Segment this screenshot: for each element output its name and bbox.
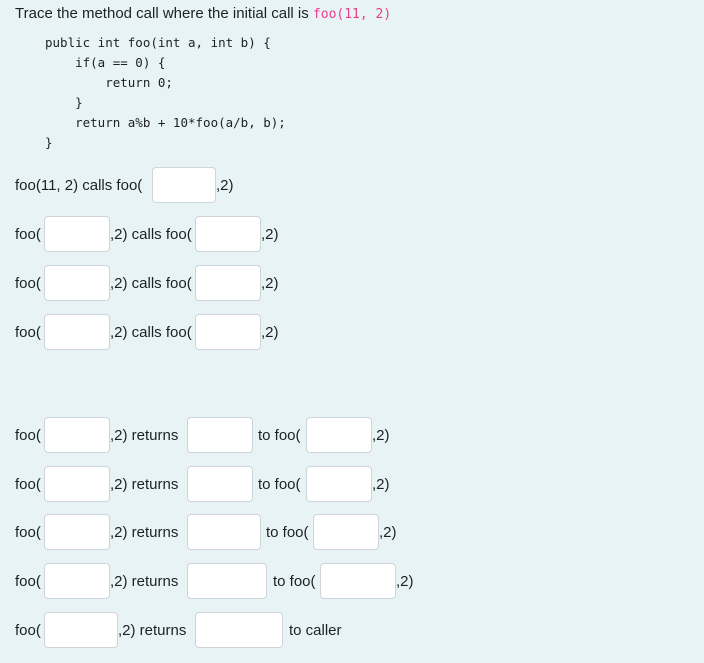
call4-next-input[interactable] [195,314,261,350]
call3-arg-input[interactable] [44,265,110,301]
ret1-value-input[interactable] [187,417,253,453]
comma2-close-label: ,2) [372,427,390,444]
foo-open-label: foo( [15,524,41,541]
ret3-value-input[interactable] [187,514,261,550]
question-prefix: Trace the method call where the initial … [15,5,313,22]
comma2-close-label: ,2) [372,476,390,493]
foo-open-label: foo( [15,573,41,590]
first-call-label: foo(11, 2) calls foo( [15,177,143,194]
calls-foo-label: ,2) calls foo( [110,275,192,292]
ret5-value-input[interactable] [195,612,283,648]
ret3-to-input[interactable] [313,514,379,550]
to-foo-label: to foo( [273,573,316,590]
returns-label: ,2) returns [110,573,179,590]
to-foo-label: to foo( [258,476,301,493]
ret2-arg-input[interactable] [44,466,110,502]
ret4-to-input[interactable] [320,563,396,599]
call4-arg-input[interactable] [44,314,110,350]
returns-label: ,2) returns [110,427,179,444]
to-foo-label: to foo( [266,524,309,541]
returns-label: ,2) returns [110,524,179,541]
call2-next-input[interactable] [195,216,261,252]
foo-open-label: foo( [15,427,41,444]
comma2-close-label: ,2) [379,524,397,541]
returns-label: ,2) returns [118,622,187,639]
comma2-close-label: ,2) [396,573,414,590]
code-block: public int foo(int a, int b) { if(a == 0… [45,35,286,150]
ret2-to-input[interactable] [306,466,372,502]
call2-arg-input[interactable] [44,216,110,252]
to-caller-label: to caller [289,622,342,639]
comma2-close-label: ,2) [261,226,279,243]
question-text: Trace the method call where the initial … [15,5,391,22]
calls-foo-label: ,2) calls foo( [110,324,192,341]
ret3-arg-input[interactable] [44,514,110,550]
foo-open-label: foo( [15,324,41,341]
foo-open-label: foo( [15,622,41,639]
calls-foo-label: ,2) calls foo( [110,226,192,243]
initial-call-code: foo(11, 2) [312,7,392,22]
ret2-value-input[interactable] [187,466,253,502]
ret4-value-input[interactable] [187,563,267,599]
ret1-arg-input[interactable] [44,417,110,453]
call1-arg-input[interactable] [152,167,216,203]
ret1-to-input[interactable] [306,417,372,453]
ret4-arg-input[interactable] [44,563,110,599]
returns-label: ,2) returns [110,476,179,493]
foo-open-label: foo( [15,275,41,292]
comma2-close-label: ,2) [261,275,279,292]
comma2-close-label: ,2) [261,324,279,341]
ret5-arg-input[interactable] [44,612,118,648]
call3-next-input[interactable] [195,265,261,301]
to-foo-label: to foo( [258,427,301,444]
foo-open-label: foo( [15,476,41,493]
comma2-close-label: ,2) [216,177,234,194]
foo-open-label: foo( [15,226,41,243]
